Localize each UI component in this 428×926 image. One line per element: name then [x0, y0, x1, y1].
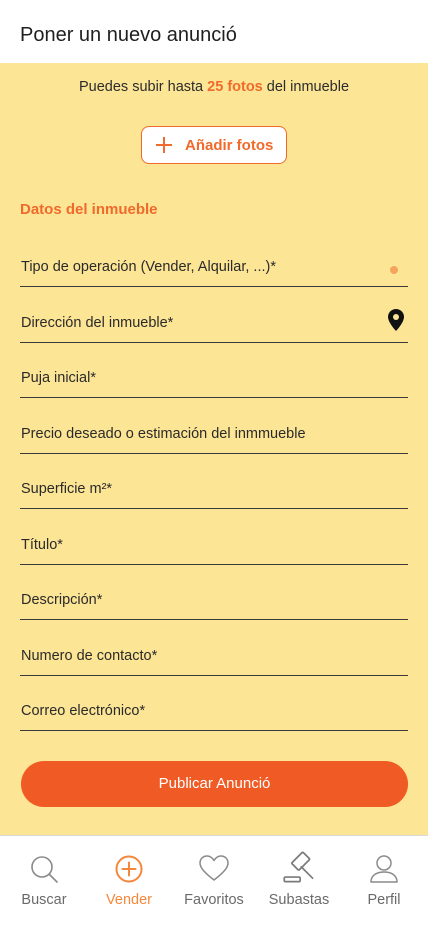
dropdown-indicator-icon: [390, 266, 398, 274]
field-label: Numero de contacto*: [21, 648, 158, 664]
field-label: Título*: [21, 537, 63, 553]
tab-perfil[interactable]: Perfil: [341, 836, 427, 926]
add-photos-button[interactable]: Añadir fotos: [141, 126, 287, 164]
app-header: Poner un nuevo anunció: [0, 0, 428, 63]
field-label: Correo electrónico*: [21, 703, 146, 719]
field-label: Dirección del inmueble*: [21, 315, 174, 331]
tab-label: Perfil: [367, 892, 401, 908]
add-photos-label: Añadir fotos: [185, 137, 274, 154]
tab-label: Vender: [106, 892, 152, 908]
email-field[interactable]: Correo electrónico*: [20, 703, 408, 731]
address-field[interactable]: Dirección del inmueble*: [20, 309, 408, 343]
heart-icon: [199, 855, 229, 881]
tab-label: Buscar: [21, 892, 67, 908]
tab-subastas[interactable]: Subastas: [256, 836, 342, 926]
user-icon: [370, 855, 398, 883]
search-icon: [31, 856, 58, 883]
plus-circle-icon: [115, 855, 143, 883]
field-label: Tipo de operación (Vender, Alquilar, ...…: [21, 259, 276, 275]
tab-favoritos[interactable]: Favoritos: [171, 836, 257, 926]
page-title: Poner un nuevo anunció: [20, 24, 237, 46]
upload-info-suffix: del inmueble: [266, 79, 350, 95]
desired-price-field[interactable]: Precio deseado o estimación del inmmuebl…: [20, 426, 408, 454]
field-label: Descripción*: [21, 592, 103, 608]
tab-label: Favoritos: [184, 892, 244, 908]
section-title: Datos del inmueble: [20, 201, 158, 218]
field-label: Puja inicial*: [21, 370, 96, 386]
surface-field[interactable]: Superficie m²*: [20, 481, 408, 509]
upload-info: Puedes subir hasta 25 fotos del inmueble: [0, 79, 428, 95]
title-field[interactable]: Título*: [20, 537, 408, 565]
publish-button[interactable]: Publicar Anunció: [21, 761, 408, 807]
location-pin-icon[interactable]: [388, 309, 404, 331]
plus-icon: [155, 136, 173, 154]
form-area: Puedes subir hasta 25 fotos del inmueble…: [0, 63, 428, 835]
field-label: Superficie m²*: [21, 481, 113, 497]
starting-bid-field[interactable]: Puja inicial*: [20, 370, 408, 398]
tab-label: Subastas: [268, 892, 330, 908]
field-label: Precio deseado o estimación del inmmuebl…: [21, 426, 306, 442]
upload-info-prefix: Puedes subir hasta: [78, 79, 204, 95]
description-field[interactable]: Descripción*: [20, 592, 408, 620]
contact-number-field[interactable]: Numero de contacto*: [20, 648, 408, 676]
bottom-tab-bar: Buscar Vender Favoritos Subastas Perfil: [0, 835, 428, 926]
operation-type-select[interactable]: Tipo de operación (Vender, Alquilar, ...…: [20, 259, 408, 287]
upload-info-count: 25 fotos: [207, 79, 263, 95]
tab-buscar[interactable]: Buscar: [1, 836, 87, 926]
gavel-icon: [283, 851, 314, 883]
tab-vender[interactable]: Vender: [86, 836, 172, 926]
